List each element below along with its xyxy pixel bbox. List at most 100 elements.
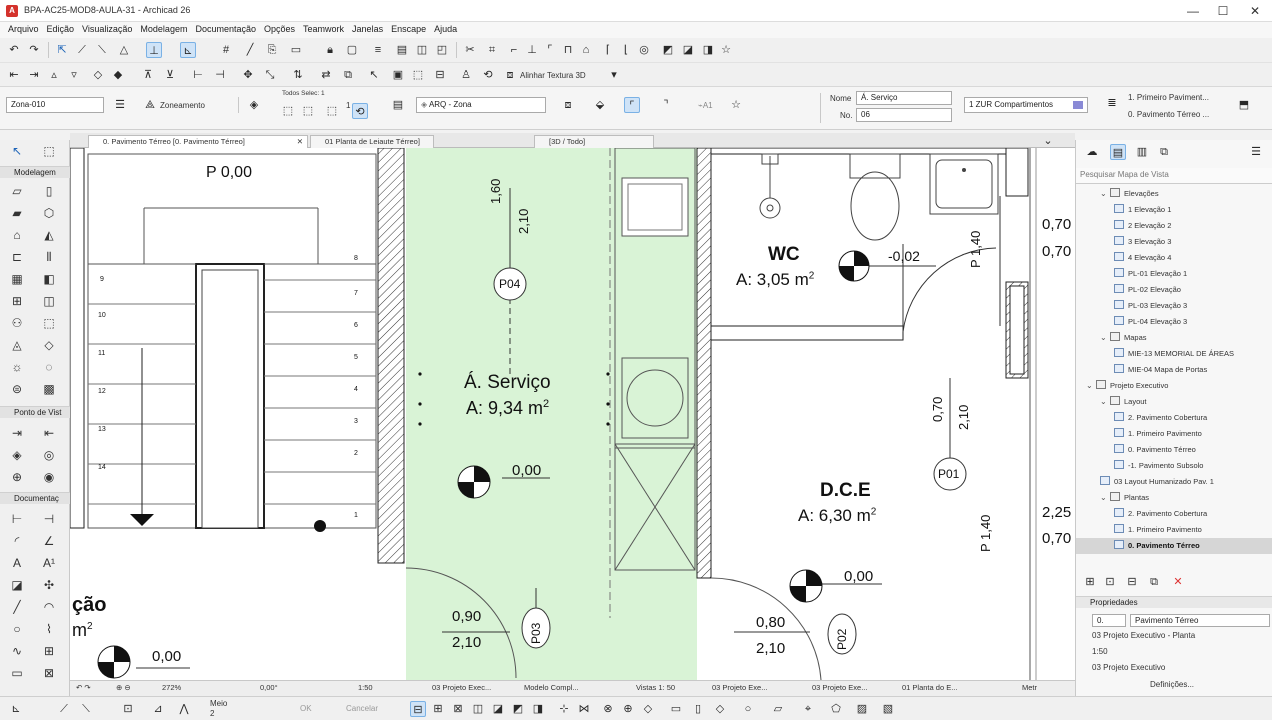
- label-tool-icon[interactable]: A¹: [40, 554, 58, 572]
- cancel-button[interactable]: Cancelar: [346, 704, 378, 713]
- service-zone-area[interactable]: A: 9,34 m2: [466, 398, 549, 419]
- spline-tool-icon[interactable]: ∿: [8, 642, 26, 660]
- menu-janelas[interactable]: Janelas: [348, 22, 387, 36]
- level-marker-service[interactable]: [457, 465, 491, 499]
- adjust-icon[interactable]: ⌐: [506, 42, 522, 58]
- triangle-up-icon[interactable]: ▵: [46, 67, 62, 83]
- menu-documentacao[interactable]: Documentação: [191, 22, 260, 36]
- solid-ops-icon[interactable]: ⌈: [600, 42, 616, 58]
- settings-dialog-icon[interactable]: ☰: [112, 97, 128, 113]
- label-tool-icon[interactable]: ⌁A1: [698, 101, 713, 110]
- level-marker-dce[interactable]: [789, 569, 823, 603]
- distribute-icon[interactable]: ⊻: [162, 67, 178, 83]
- snap-mid-icon[interactable]: ⋈: [576, 701, 592, 717]
- navigator-view-item[interactable]: -1. Pavimento Subsolo: [1076, 458, 1272, 474]
- minimize-button[interactable]: —: [1182, 3, 1204, 19]
- element-select-icon[interactable]: ⬚: [324, 103, 340, 119]
- views-label[interactable]: Vistas 1: 50: [636, 683, 675, 692]
- wall-stair-service[interactable]: [377, 148, 405, 564]
- skylight-tool-icon[interactable]: ◫: [40, 292, 58, 310]
- service-zone-name[interactable]: Á. Serviço: [464, 372, 551, 394]
- zoom-value[interactable]: 272%: [162, 683, 181, 692]
- navigator-view-item[interactable]: PL-04 Elevação 3: [1076, 314, 1272, 330]
- favorites-star-icon[interactable]: ☆: [728, 97, 744, 113]
- object-tool-icon[interactable]: ⚇: [8, 314, 26, 332]
- section-tool-icon[interactable]: ⇥: [8, 424, 26, 442]
- new-folder-icon[interactable]: ⊟: [1124, 574, 1140, 590]
- move-icon[interactable]: ✥: [240, 67, 256, 83]
- division-icon[interactable]: ⋀: [176, 701, 192, 717]
- polyline-tool-icon[interactable]: ⌇: [40, 620, 58, 638]
- navigator-view-item[interactable]: PL-02 Elevação: [1076, 282, 1272, 298]
- ok-button[interactable]: OK: [300, 704, 312, 713]
- navigator-view-item[interactable]: 2. Pavimento Cobertura: [1076, 410, 1272, 426]
- texture-icon[interactable]: ⧈: [502, 67, 518, 83]
- level-dimension-tool-icon[interactable]: ⊣: [40, 510, 58, 528]
- project-map-icon[interactable]: ☁: [1084, 144, 1100, 160]
- bottom-story[interactable]: 0. Pavimento Térreo ...: [1128, 110, 1209, 119]
- renovation-icon[interactable]: ◩: [660, 42, 676, 58]
- view-map-icon[interactable]: ▤: [1110, 144, 1126, 160]
- line-icon[interactable]: ╱: [242, 42, 258, 58]
- snap-icon[interactable]: ⊡: [120, 701, 136, 717]
- floor-plan-canvas[interactable]: P 0,00 8 7 6 5 4 3 2 1 9 10 11 12 13 14 …: [70, 148, 1075, 680]
- close-tab-icon[interactable]: ✕: [297, 136, 303, 148]
- drawing-tool-icon[interactable]: ⊞: [40, 642, 58, 660]
- trim-icon[interactable]: ▭: [288, 42, 304, 58]
- morph-geom-icon[interactable]: ⬠: [828, 701, 844, 717]
- connect-icon[interactable]: ⌗: [484, 42, 500, 58]
- menu-visualizacao[interactable]: Visualização: [78, 22, 136, 36]
- clone-view-icon[interactable]: ⊡: [1102, 574, 1118, 590]
- favorite-icon[interactable]: ◪: [680, 42, 696, 58]
- mesh-tool-icon[interactable]: ◬: [8, 336, 26, 354]
- maximize-button[interactable]: ☐: [1212, 3, 1234, 19]
- prop-name-field[interactable]: Pavimento Térreo: [1130, 614, 1270, 627]
- zone-category-dropdown[interactable]: 1 ZUR Compartimentos: [964, 97, 1088, 113]
- navigator-view-item[interactable]: 3 Elevação 3: [1076, 234, 1272, 250]
- pointer-icon[interactable]: ↖: [366, 67, 382, 83]
- navigator-search-input[interactable]: Pesquisar Mapa de Vista: [1076, 168, 1272, 184]
- change-marker-tool-icon[interactable]: ⊠: [40, 664, 58, 682]
- circle-geom-icon[interactable]: ○: [740, 701, 756, 717]
- undo-view-icon[interactable]: ↶ ↷: [76, 683, 91, 692]
- pen-set[interactable]: 03 Projeto Exe...: [712, 683, 767, 692]
- chevron-down-icon[interactable]: ⌄: [1086, 378, 1096, 394]
- pick-icon[interactable]: ▱: [770, 701, 786, 717]
- level-marker-left[interactable]: [97, 645, 131, 679]
- zoning-button[interactable]: Zoneamento: [160, 101, 205, 110]
- publisher-sets-icon[interactable]: ⧉: [1156, 144, 1172, 160]
- layer-icon[interactable]: ▤: [390, 97, 406, 113]
- wc-fixtures[interactable]: [759, 153, 999, 241]
- duplicate-icon[interactable]: ⧉: [1146, 574, 1162, 590]
- zone-name-input[interactable]: Á. Serviço: [856, 91, 952, 105]
- navigator-view-item[interactable]: 2 Elevação 2: [1076, 218, 1272, 234]
- chevron-down-icon[interactable]: ▾: [606, 67, 622, 83]
- rectangle-icon[interactable]: ▯: [690, 701, 706, 717]
- align-icon[interactable]: ⇥: [26, 67, 42, 83]
- guide-6-icon[interactable]: ◩: [510, 701, 526, 717]
- cube-icon[interactable]: ⬚: [410, 67, 426, 83]
- chevron-down-icon[interactable]: ⌄: [1100, 490, 1110, 506]
- menu-edicao[interactable]: Edição: [43, 22, 79, 36]
- figure-icon[interactable]: ♙: [458, 67, 474, 83]
- change-tool-icon[interactable]: ◉: [40, 468, 58, 486]
- worksheet-tool-icon[interactable]: ◎: [40, 446, 58, 464]
- interior-elevation-tool-icon[interactable]: ◈: [8, 446, 26, 464]
- tab-layout-plan[interactable]: 01 Planta de Leiaute Térreo]: [310, 135, 434, 148]
- navigator-view-item[interactable]: 4 Elevação 4: [1076, 250, 1272, 266]
- shell-tool-icon[interactable]: ◭: [40, 226, 58, 244]
- guide-5-icon[interactable]: ◪: [490, 701, 506, 717]
- arrange-icon[interactable]: ⇤: [6, 67, 22, 83]
- new-view-icon[interactable]: ⊞: [1082, 574, 1098, 590]
- morph-tool-icon[interactable]: ◇: [40, 336, 58, 354]
- stretch-icon[interactable]: ⤡: [262, 67, 278, 83]
- box-3d-icon[interactable]: ▣: [390, 67, 406, 83]
- lock-icon[interactable]: 🔒︎: [322, 42, 338, 58]
- menu-teamwork[interactable]: Teamwork: [299, 22, 348, 36]
- guide-3-icon[interactable]: ⊠: [450, 701, 466, 717]
- slab-tool-icon[interactable]: ⬡: [40, 204, 58, 222]
- zone-fill-tool-icon[interactable]: ▩: [40, 380, 58, 398]
- orbit-icon[interactable]: ⟲: [480, 67, 496, 83]
- settings-button[interactable]: Definições...: [1150, 680, 1194, 689]
- top-link-story[interactable]: 1. Primeiro Paviment...: [1128, 93, 1209, 102]
